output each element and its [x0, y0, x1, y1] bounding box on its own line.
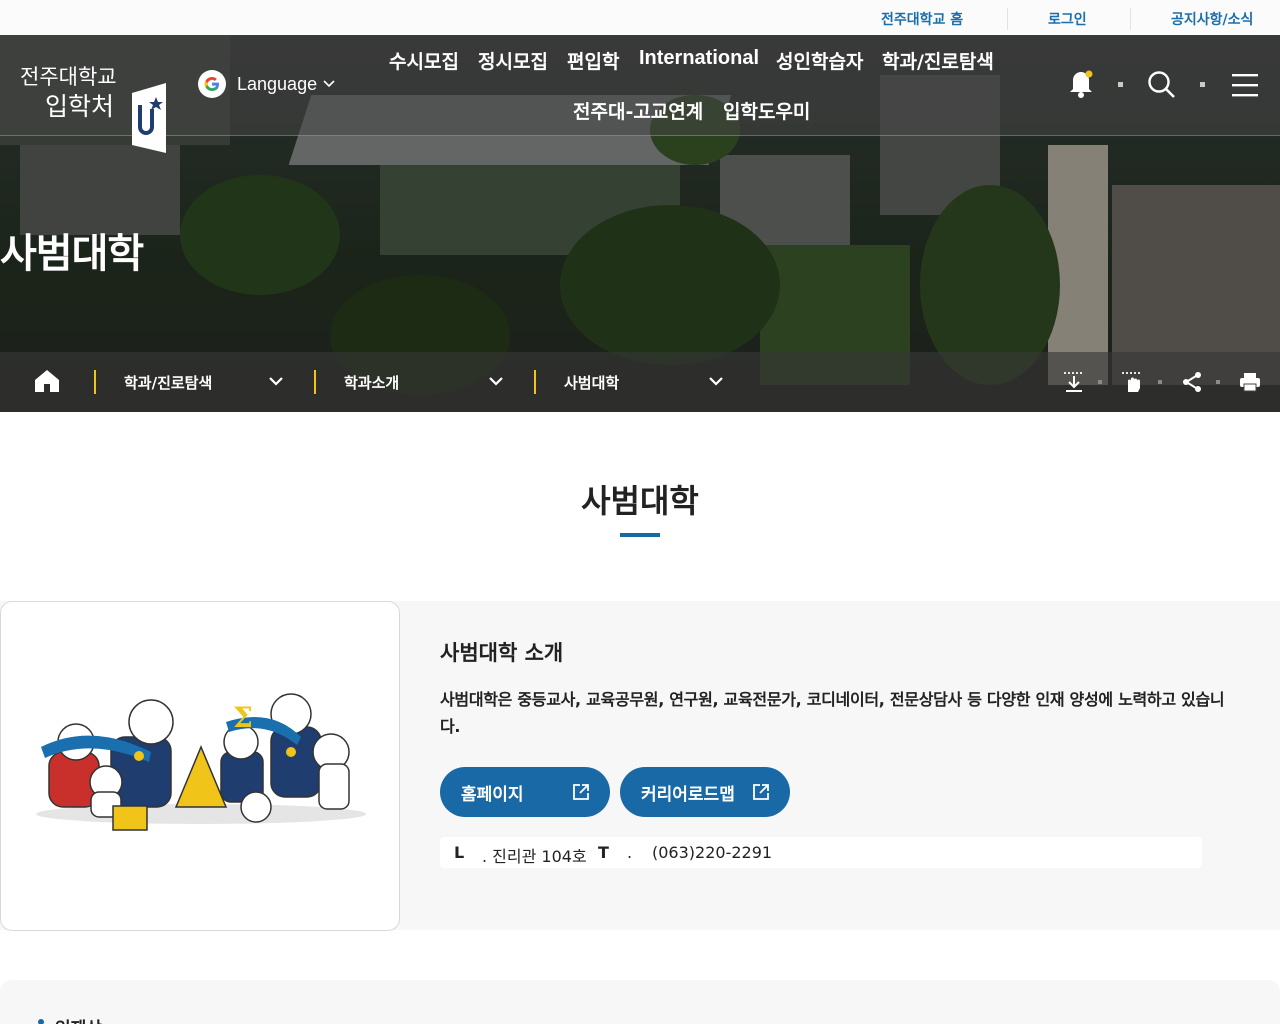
notice-news-link[interactable]: 공지사항/소식: [1171, 9, 1253, 29]
university-emblem-icon[interactable]: [128, 83, 166, 153]
homepage-button-label: 홈페이지: [461, 785, 524, 805]
homepage-button[interactable]: 홈페이지: [440, 767, 610, 817]
nav-department-career[interactable]: 학과/진로탐색: [882, 47, 994, 74]
nav-international[interactable]: International: [639, 47, 759, 70]
print-icon[interactable]: [1238, 370, 1262, 394]
bullet-dot: [38, 1019, 44, 1024]
separator-dot: [1216, 380, 1220, 384]
external-link-icon: [573, 784, 589, 800]
external-link-icon: [753, 784, 769, 800]
breadcrumb-separator: [314, 370, 316, 394]
touch-hand-icon[interactable]: [1120, 370, 1144, 394]
section-title-underline: [620, 533, 660, 537]
divider: [1130, 8, 1131, 30]
nav-admission-helper[interactable]: 입학도우미: [723, 97, 810, 124]
logo-office-name: 입학처: [45, 92, 115, 121]
chevron-down-icon[interactable]: [488, 376, 504, 386]
chevron-down-icon[interactable]: [268, 376, 284, 386]
nav-regular-admission[interactable]: 정시모집: [478, 47, 548, 74]
nav-highschool-link[interactable]: 전주대-고교연계: [573, 97, 703, 124]
divider: [1007, 8, 1008, 30]
separator-dot: [1098, 380, 1102, 384]
college-illustration: Σ: [0, 601, 400, 931]
logo-university-name: 전주대학교: [20, 65, 117, 89]
location-value: . 진리관 104호: [482, 847, 587, 866]
mascot-characters-illustration: Σ: [36, 693, 366, 831]
university-home-link[interactable]: 전주대학교 홈: [881, 9, 963, 29]
language-selector[interactable]: Language: [198, 69, 335, 99]
nav-adult-learners[interactable]: 성인학습자: [776, 47, 863, 74]
tel-key: T: [598, 843, 609, 862]
language-label: Language: [237, 73, 318, 94]
share-icon[interactable]: [1180, 370, 1204, 394]
search-icon[interactable]: [1147, 70, 1177, 100]
location-key: L: [454, 843, 465, 862]
section-title: 사범대학: [581, 482, 699, 520]
contact-info: L . 진리관 104호 T . (063)220-2291: [440, 837, 1202, 868]
separator-dot: [1118, 82, 1123, 87]
career-roadmap-button[interactable]: 커리어로드맵: [620, 767, 790, 817]
separator-dot: [1158, 380, 1162, 384]
chevron-down-icon: [323, 80, 335, 88]
hero-title: 사범대학: [0, 231, 144, 277]
tel-separator: .: [627, 843, 633, 862]
login-link[interactable]: 로그인: [1048, 9, 1087, 29]
breadcrumb-item-department-career[interactable]: 학과/진로탐색: [124, 372, 212, 393]
career-roadmap-button-label: 커리어로드맵: [641, 785, 735, 805]
notification-bell-icon[interactable]: [1068, 67, 1096, 99]
tel-value: (063)220-2291: [652, 843, 773, 862]
talent-section: [0, 980, 1280, 1024]
home-icon[interactable]: [34, 369, 60, 393]
site-logo-text[interactable]: 전주대학교 입학처: [20, 63, 117, 121]
breadcrumb-item-department-intro[interactable]: 학과소개: [344, 372, 399, 393]
separator-dot: [1200, 82, 1205, 87]
utility-bar: 전주대학교 홈 로그인 공지사항/소식: [0, 0, 1280, 35]
breadcrumb-separator: [94, 370, 96, 394]
college-intro-heading: 사범대학 소개: [440, 641, 564, 665]
hamburger-menu-icon[interactable]: [1232, 72, 1258, 98]
breadcrumb-separator: [534, 370, 536, 394]
breadcrumb-item-college-education[interactable]: 사범대학: [564, 372, 619, 393]
nav-early-admission[interactable]: 수시모집: [389, 47, 459, 74]
college-intro-description: 사범대학은 중등교사, 교육공무원, 연구원, 교육전문가, 코디네이터, 전문…: [440, 690, 1225, 736]
talent-section-title: 인재상: [55, 1014, 102, 1024]
svg-text:Σ: Σ: [233, 701, 253, 734]
chevron-down-icon[interactable]: [708, 376, 724, 386]
breadcrumb: 학과/진로탐색 학과소개 사범대학: [0, 352, 1280, 412]
download-icon[interactable]: [1062, 370, 1086, 394]
google-icon: [198, 70, 226, 98]
site-header: 전주대학교 입학처 Language 수시모집 정시모집 편입학 Interna…: [0, 35, 1280, 153]
nav-transfer-admission[interactable]: 편입학: [567, 47, 619, 74]
